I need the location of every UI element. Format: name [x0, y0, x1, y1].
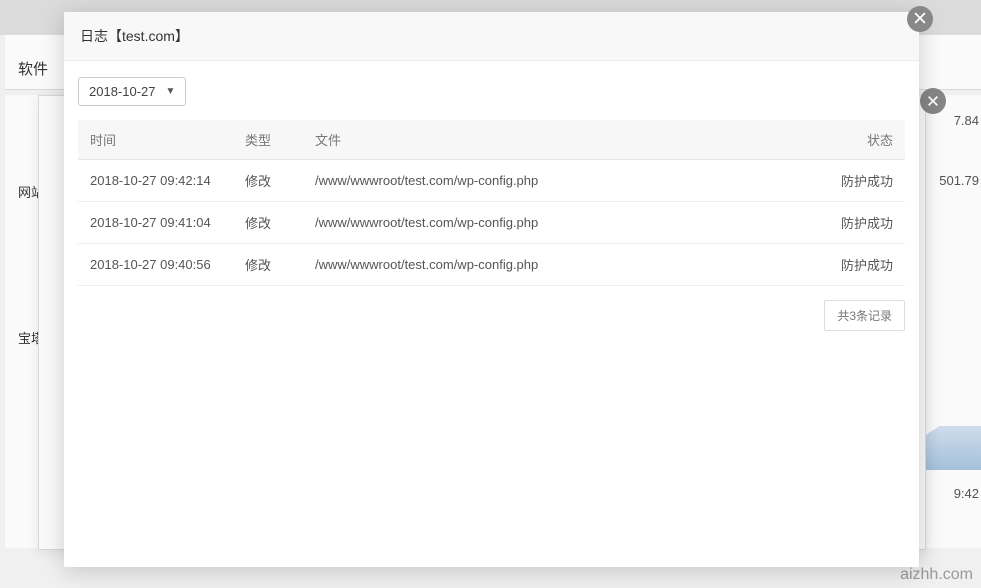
col-header-file: 文件 [303, 120, 805, 160]
table-row: 2018-10-27 09:41:04 修改 /www/wwwroot/test… [78, 202, 905, 244]
cell-time: 2018-10-27 09:42:14 [78, 160, 233, 202]
col-header-status: 状态 [805, 120, 905, 160]
cell-type: 修改 [233, 244, 303, 286]
table-row: 2018-10-27 09:40:56 修改 /www/wwwroot/test… [78, 244, 905, 286]
cell-status: 防护成功 [805, 244, 905, 286]
log-modal: 日志【test.com】 2018-10-27 ▼ 时间 类型 文件 状态 20… [64, 12, 919, 567]
cell-file: /www/wwwroot/test.com/wp-config.php [303, 160, 805, 202]
modal-title: 日志【test.com】 [80, 26, 903, 46]
table-row: 2018-10-27 09:42:14 修改 /www/wwwroot/test… [78, 160, 905, 202]
modal-header: 日志【test.com】 [64, 12, 919, 61]
modal-body: 2018-10-27 ▼ 时间 类型 文件 状态 2018-10-27 09:4… [64, 61, 919, 347]
cell-time: 2018-10-27 09:41:04 [78, 202, 233, 244]
pagination: 共3条记录 [78, 300, 905, 331]
date-selector-value: 2018-10-27 [89, 84, 156, 99]
cell-status: 防护成功 [805, 160, 905, 202]
cell-type: 修改 [233, 160, 303, 202]
cell-file: /www/wwwroot/test.com/wp-config.php [303, 244, 805, 286]
col-header-time: 时间 [78, 120, 233, 160]
close-button[interactable] [907, 6, 933, 32]
cell-time: 2018-10-27 09:40:56 [78, 244, 233, 286]
cell-file: /www/wwwroot/test.com/wp-config.php [303, 202, 805, 244]
page-info: 共3条记录 [824, 300, 905, 331]
date-selector[interactable]: 2018-10-27 ▼ [78, 77, 186, 106]
cell-status: 防护成功 [805, 202, 905, 244]
table-header-row: 时间 类型 文件 状态 [78, 120, 905, 160]
log-table: 时间 类型 文件 状态 2018-10-27 09:42:14 修改 /www/… [78, 120, 905, 286]
chevron-down-icon: ▼ [166, 86, 176, 97]
cell-type: 修改 [233, 202, 303, 244]
close-icon [913, 11, 927, 28]
col-header-type: 类型 [233, 120, 303, 160]
watermark: aizhh.com [900, 566, 973, 584]
